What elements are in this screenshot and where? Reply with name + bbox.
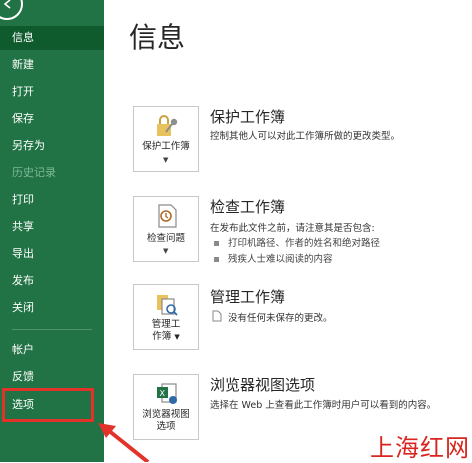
sidebar-divider <box>12 329 92 330</box>
tile-label: 选项 <box>156 421 176 432</box>
section-title: 浏览器视图选项 <box>210 376 316 394</box>
page-title: 信息 <box>129 21 186 54</box>
list-item: 残疾人士难以阅读的内容 <box>214 251 333 265</box>
nav-publish[interactable]: 发布 <box>0 269 104 293</box>
section-description: 没有任何未保存的更改。 <box>228 313 333 324</box>
back-arrow-icon <box>3 0 11 9</box>
section-description: 在发布此文件之前，请注意其是否包含: <box>210 223 375 234</box>
nav-save-as[interactable]: 另存为 <box>0 134 104 158</box>
options-highlight-box <box>2 388 94 422</box>
document-icon <box>212 310 222 322</box>
section-description: 控制其他人可以对此工作簿所做的更改类型。 <box>210 131 401 142</box>
protect-workbook-button[interactable]: 保护工作簿 ▼ <box>133 106 199 172</box>
section-title: 管理工作簿 <box>210 288 286 306</box>
list-item: 打印机路径、作者的姓名和绝对路径 <box>214 235 380 249</box>
inspect-document-icon <box>158 204 177 228</box>
manage-workbook-button[interactable]: 管理工 作簿 ▼ <box>133 284 199 350</box>
nav-close[interactable]: 关闭 <box>0 296 104 320</box>
nav-save[interactable]: 保存 <box>0 107 104 131</box>
nav-export[interactable]: 导出 <box>0 242 104 266</box>
tile-label: 作簿 ▼ <box>152 331 180 342</box>
excel-browser-icon: X <box>157 383 177 404</box>
nav-open[interactable]: 打开 <box>0 80 104 104</box>
nav-history: 历史记录 <box>12 166 56 179</box>
lock-key-icon <box>157 115 178 136</box>
manage-workbook-icon <box>157 295 178 316</box>
dropdown-caret-icon: ▼ <box>163 247 169 255</box>
nav-new[interactable]: 新建 <box>0 53 104 77</box>
svg-text:X: X <box>160 389 166 398</box>
nav-info[interactable]: 信息 <box>0 26 104 50</box>
nav-print[interactable]: 打印 <box>0 188 104 212</box>
tile-label: 浏览器视图 <box>142 409 190 420</box>
dropdown-caret-icon: ▼ <box>163 156 169 164</box>
nav-share[interactable]: 共享 <box>0 215 104 239</box>
tile-label: 管理工 <box>151 319 181 330</box>
nav-account[interactable]: 帐户 <box>0 338 104 362</box>
section-description: 选择在 Web 上查看此工作簿时用户可以看到的内容。 <box>210 400 437 411</box>
section-title: 检查工作簿 <box>210 198 286 216</box>
watermark-logo: 上海红网 <box>370 434 470 462</box>
back-button[interactable] <box>0 0 23 20</box>
tile-label: 检查问题 <box>146 233 185 244</box>
browser-view-options-button[interactable]: X 浏览器视图 选项 <box>133 374 199 440</box>
check-for-issues-button[interactable]: 检查问题 ▼ <box>133 196 199 262</box>
nav-feedback[interactable]: 反馈 <box>0 365 104 389</box>
tile-label: 保护工作簿 <box>142 141 190 152</box>
section-title: 保护工作簿 <box>210 108 286 126</box>
